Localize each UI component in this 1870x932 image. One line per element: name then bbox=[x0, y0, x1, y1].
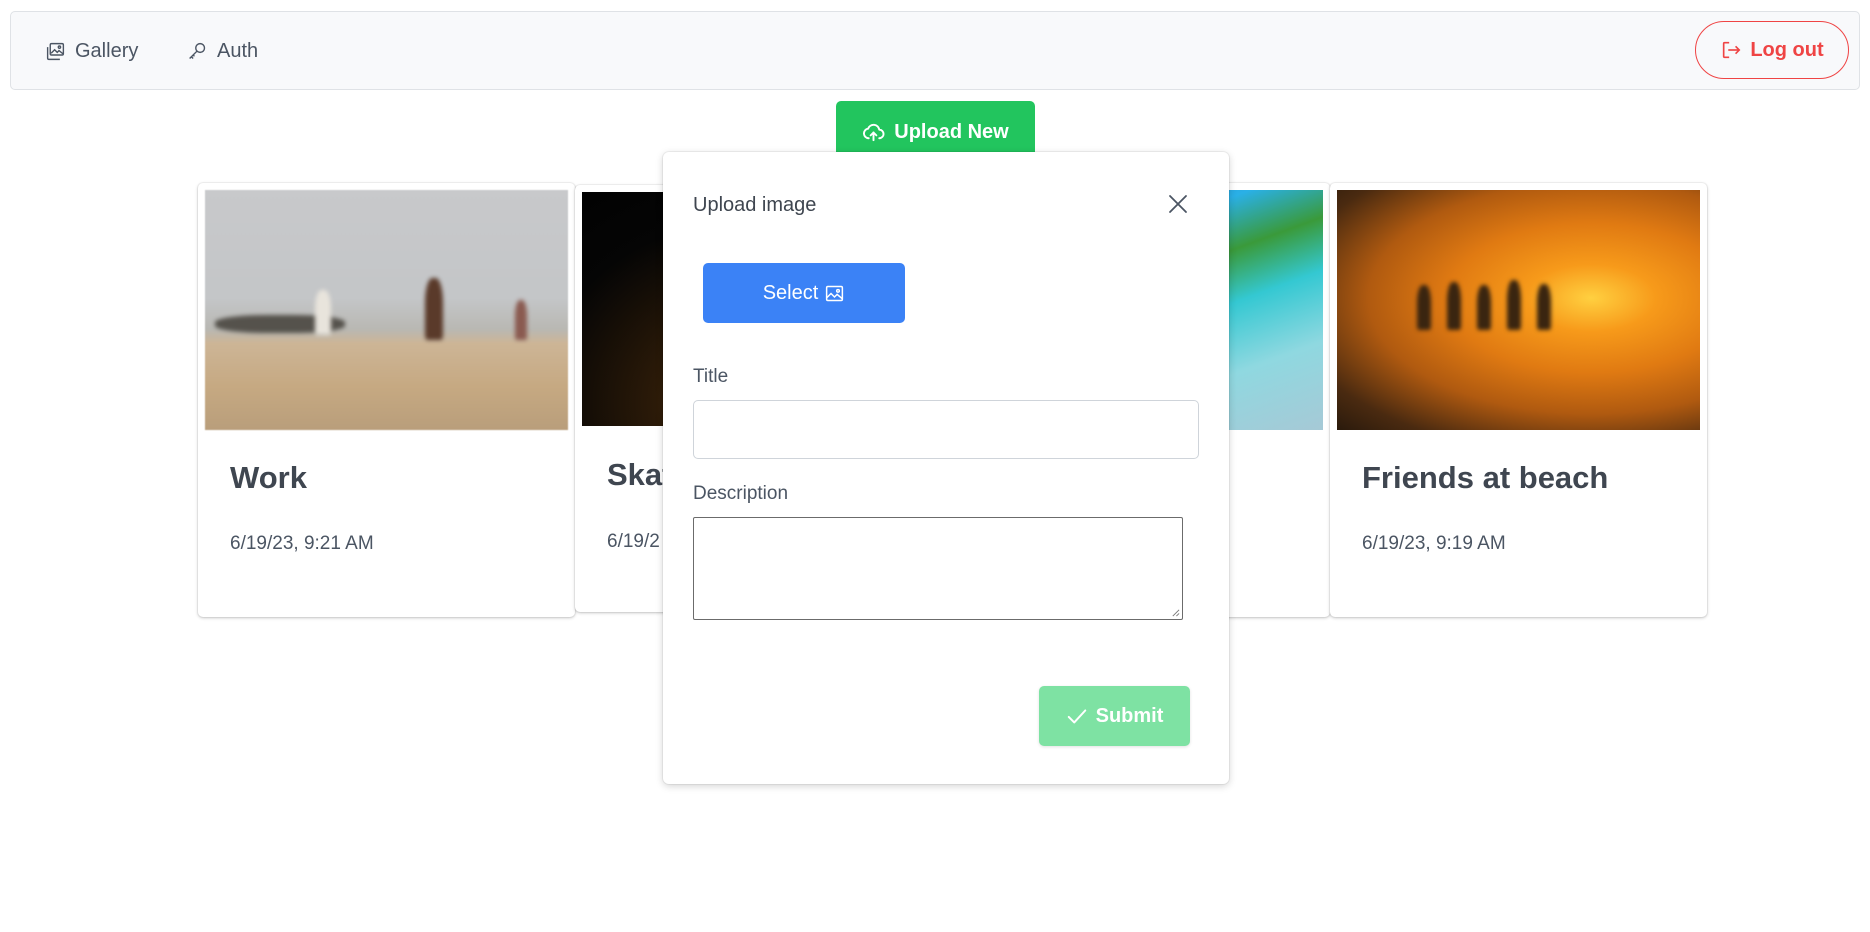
card-image bbox=[205, 190, 568, 430]
submit-label: Submit bbox=[1095, 704, 1164, 727]
title-field-label: Title bbox=[693, 366, 729, 387]
upload-new-label: Upload New bbox=[894, 120, 1009, 143]
close-icon[interactable] bbox=[1166, 192, 1190, 216]
submit-button[interactable]: Submit bbox=[1039, 686, 1190, 746]
gallery-card[interactable]: Friends at beach 6/19/23, 9:19 AM bbox=[1330, 183, 1707, 617]
card-date: 6/19/2 bbox=[607, 531, 660, 552]
check-icon bbox=[1067, 709, 1086, 724]
top-navbar: Gallery Auth Log out bbox=[10, 11, 1860, 90]
card-title: Work bbox=[230, 460, 307, 495]
description-field-label: Description bbox=[693, 483, 789, 504]
nav-item-gallery[interactable]: Gallery bbox=[45, 12, 138, 91]
images-icon bbox=[46, 42, 65, 61]
gallery-card[interactable]: Work 6/19/23, 9:21 AM bbox=[198, 183, 575, 617]
logout-button[interactable]: Log out bbox=[1695, 21, 1849, 79]
image-icon bbox=[826, 285, 844, 301]
card-date: 6/19/23, 9:19 AM bbox=[1362, 533, 1506, 554]
nav-item-auth[interactable]: Auth bbox=[187, 12, 258, 91]
logout-icon bbox=[1723, 41, 1741, 59]
nav-item-label: Gallery bbox=[75, 40, 139, 62]
resize-handle-icon[interactable] bbox=[1171, 608, 1180, 617]
logout-label: Log out bbox=[1750, 38, 1824, 61]
card-date: 6/19/23, 9:21 AM bbox=[230, 533, 374, 554]
cloud-upload-icon bbox=[863, 123, 885, 141]
select-label: Select bbox=[762, 281, 819, 304]
key-icon bbox=[189, 42, 206, 59]
card-title: Friends at beach bbox=[1362, 460, 1609, 495]
modal-title: Upload image bbox=[693, 194, 817, 216]
card-image bbox=[1337, 190, 1700, 430]
select-image-button[interactable]: Select bbox=[703, 263, 905, 323]
description-textarea[interactable] bbox=[693, 517, 1183, 620]
upload-image-modal: Upload image Select Title Description Su… bbox=[663, 152, 1229, 784]
nav-item-label: Auth bbox=[217, 40, 259, 62]
title-input[interactable] bbox=[693, 400, 1199, 459]
